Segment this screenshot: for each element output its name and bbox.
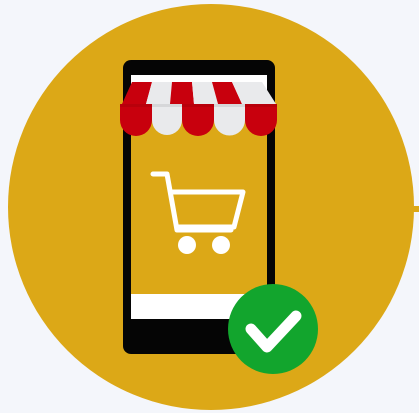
mobile-shop-icon — [8, 4, 419, 410]
cart-wheel-right — [212, 236, 230, 254]
mobile-shopping-illustration — [0, 0, 419, 413]
phone-screen — [131, 118, 267, 294]
cart-wheel-left — [178, 236, 196, 254]
store-awning-icon — [120, 82, 277, 136]
check-badge-icon — [228, 284, 318, 374]
